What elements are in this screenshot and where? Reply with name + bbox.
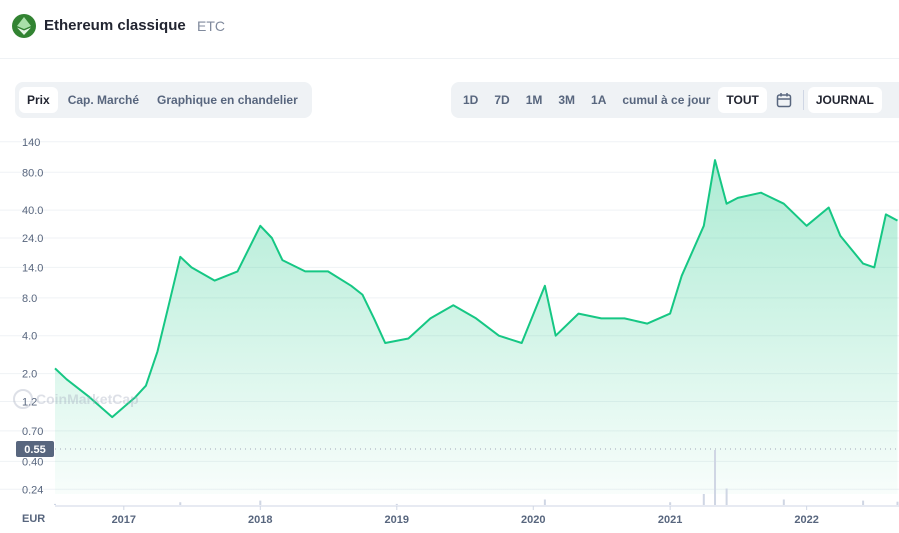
volume-bar (725, 488, 728, 505)
range-3m[interactable]: 3M (550, 87, 583, 113)
coin-name: Ethereum classique (44, 17, 186, 34)
y-tick-label: 140 (22, 137, 40, 149)
tab-candlestick[interactable]: Graphique en chandelier (149, 87, 306, 113)
tab-market-cap[interactable]: Cap. Marché (60, 87, 147, 113)
x-tick-label: 2021 (658, 514, 682, 526)
calendar-icon[interactable] (773, 89, 795, 111)
y-tick-label: 14.0 (22, 262, 43, 274)
x-tick-label: 2017 (112, 514, 136, 526)
price-chart[interactable]: 14080.040.024.014.08.04.02.01.20.700.400… (0, 120, 899, 533)
volume-bar (543, 499, 546, 505)
y-tick-label: 80.0 (22, 167, 43, 179)
x-axis: 2017 2018 2019 2020 2021 2022 (112, 506, 819, 526)
range-1m[interactable]: 1M (518, 87, 551, 113)
time-range-tabs: 1D 7D 1M 3M 1A cumul à ce jour TOUT JOUR… (451, 82, 899, 118)
range-ytd[interactable]: cumul à ce jour (614, 87, 718, 113)
y-tick-label: 40.0 (22, 205, 43, 217)
coin-symbol: ETC (197, 18, 225, 34)
range-all[interactable]: TOUT (718, 87, 767, 113)
tab-price[interactable]: Prix (19, 87, 58, 113)
volume-bar (896, 501, 899, 505)
volume-bar (259, 500, 262, 505)
toolbar-divider (802, 90, 804, 110)
x-tick-label: 2018 (248, 514, 272, 526)
chart-type-tabs: Prix Cap. Marché Graphique en chandelier (15, 82, 312, 118)
y-tick-label: 4.0 (22, 331, 37, 343)
y-tick-label: 1.2 (22, 396, 37, 408)
y-tick-label: 24.0 (22, 233, 43, 245)
volume-bar (54, 503, 56, 505)
ethereum-classic-logo-icon (12, 14, 36, 38)
watermark-text: CoinMarketCap (36, 391, 139, 407)
volume-bar (702, 494, 705, 505)
y-tick-label: 0.24 (22, 484, 43, 496)
volume-bar (714, 450, 717, 505)
range-1d[interactable]: 1D (455, 87, 486, 113)
coin-header: Ethereum classique ETC (0, 0, 899, 59)
volume-bar (395, 503, 398, 505)
volume-bar (782, 499, 785, 505)
x-tick-label: 2019 (385, 514, 409, 526)
volume-bar (179, 502, 182, 505)
y-tick-label: 0.40 (22, 456, 43, 468)
y-tick-label: 2.0 (22, 369, 37, 381)
range-7d[interactable]: 7D (486, 87, 517, 113)
y-tick-label: 0.70 (22, 426, 43, 438)
current-price-label: 0.55 (24, 444, 45, 456)
volume-bar (669, 502, 672, 505)
volume-bar (862, 500, 865, 505)
y-tick-label: 8.0 (22, 293, 37, 305)
log-scale-toggle[interactable]: JOURNAL (807, 87, 882, 113)
x-tick-label: 2022 (794, 514, 818, 526)
range-1y[interactable]: 1A (583, 87, 614, 113)
currency-label: EUR (22, 513, 45, 525)
x-tick-label: 2020 (521, 514, 545, 526)
current-price-badge: 0.55 (16, 441, 54, 457)
